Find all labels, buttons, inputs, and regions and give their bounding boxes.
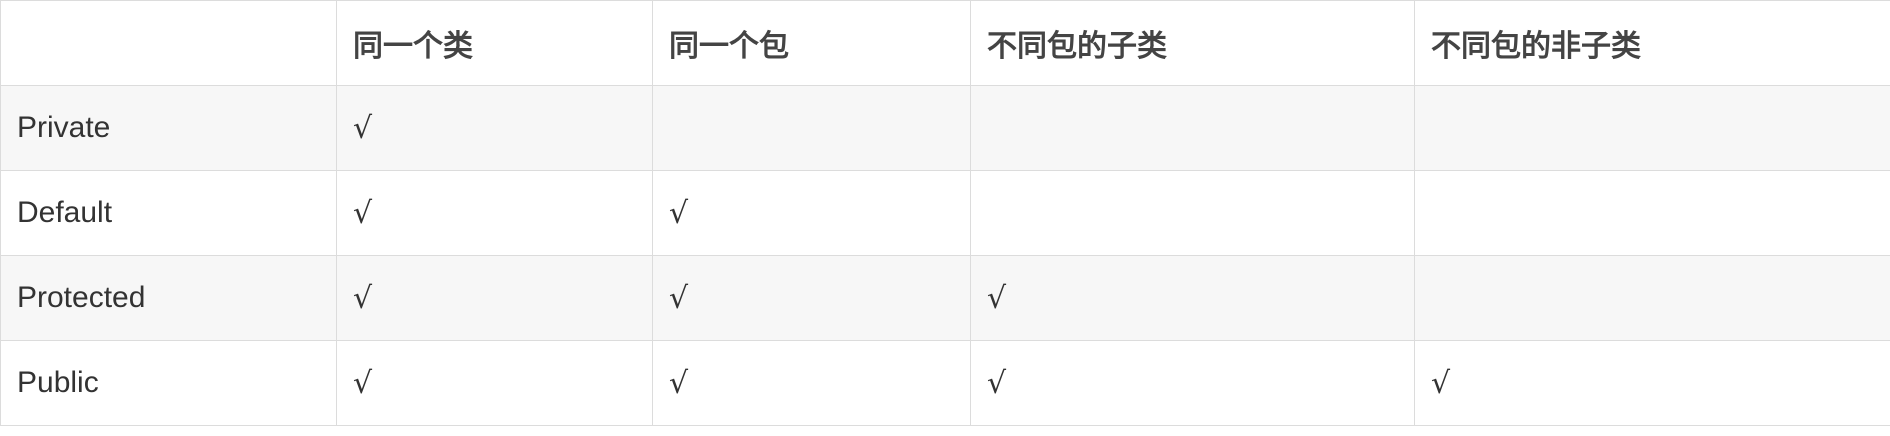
table-cell: √ (652, 170, 971, 256)
table-cell: √ (652, 255, 971, 341)
table-cell: √ (652, 340, 971, 426)
row-label-private: Private (0, 85, 337, 171)
table-header-row: 同一个类 同一个包 不同包的子类 不同包的非子类 (0, 0, 1890, 86)
header-same-package: 同一个包 (652, 0, 971, 86)
table-cell: √ (970, 255, 1415, 341)
access-modifier-table: 同一个类 同一个包 不同包的子类 不同包的非子类 Private √ Defau… (0, 0, 1890, 426)
table-cell (970, 85, 1415, 171)
row-label-default: Default (0, 170, 337, 256)
table-row: Public √ √ √ √ (0, 340, 1890, 426)
table-cell (1414, 85, 1890, 171)
row-label-protected: Protected (0, 255, 337, 341)
table-cell: √ (336, 170, 653, 256)
table-cell: √ (970, 340, 1415, 426)
table-cell: √ (336, 255, 653, 341)
header-corner-cell (0, 0, 337, 86)
table-cell (652, 85, 971, 171)
table-cell (1414, 255, 1890, 341)
table-cell: √ (336, 340, 653, 426)
table-cell (970, 170, 1415, 256)
table-cell: √ (1414, 340, 1890, 426)
header-non-subclass-other-package: 不同包的非子类 (1414, 0, 1890, 86)
row-label-public: Public (0, 340, 337, 426)
table-row: Protected √ √ √ (0, 255, 1890, 341)
table-row: Default √ √ (0, 170, 1890, 256)
header-same-class: 同一个类 (336, 0, 653, 86)
table-row: Private √ (0, 85, 1890, 171)
table-cell (1414, 170, 1890, 256)
header-subclass-other-package: 不同包的子类 (970, 0, 1415, 86)
table-cell: √ (336, 85, 653, 171)
